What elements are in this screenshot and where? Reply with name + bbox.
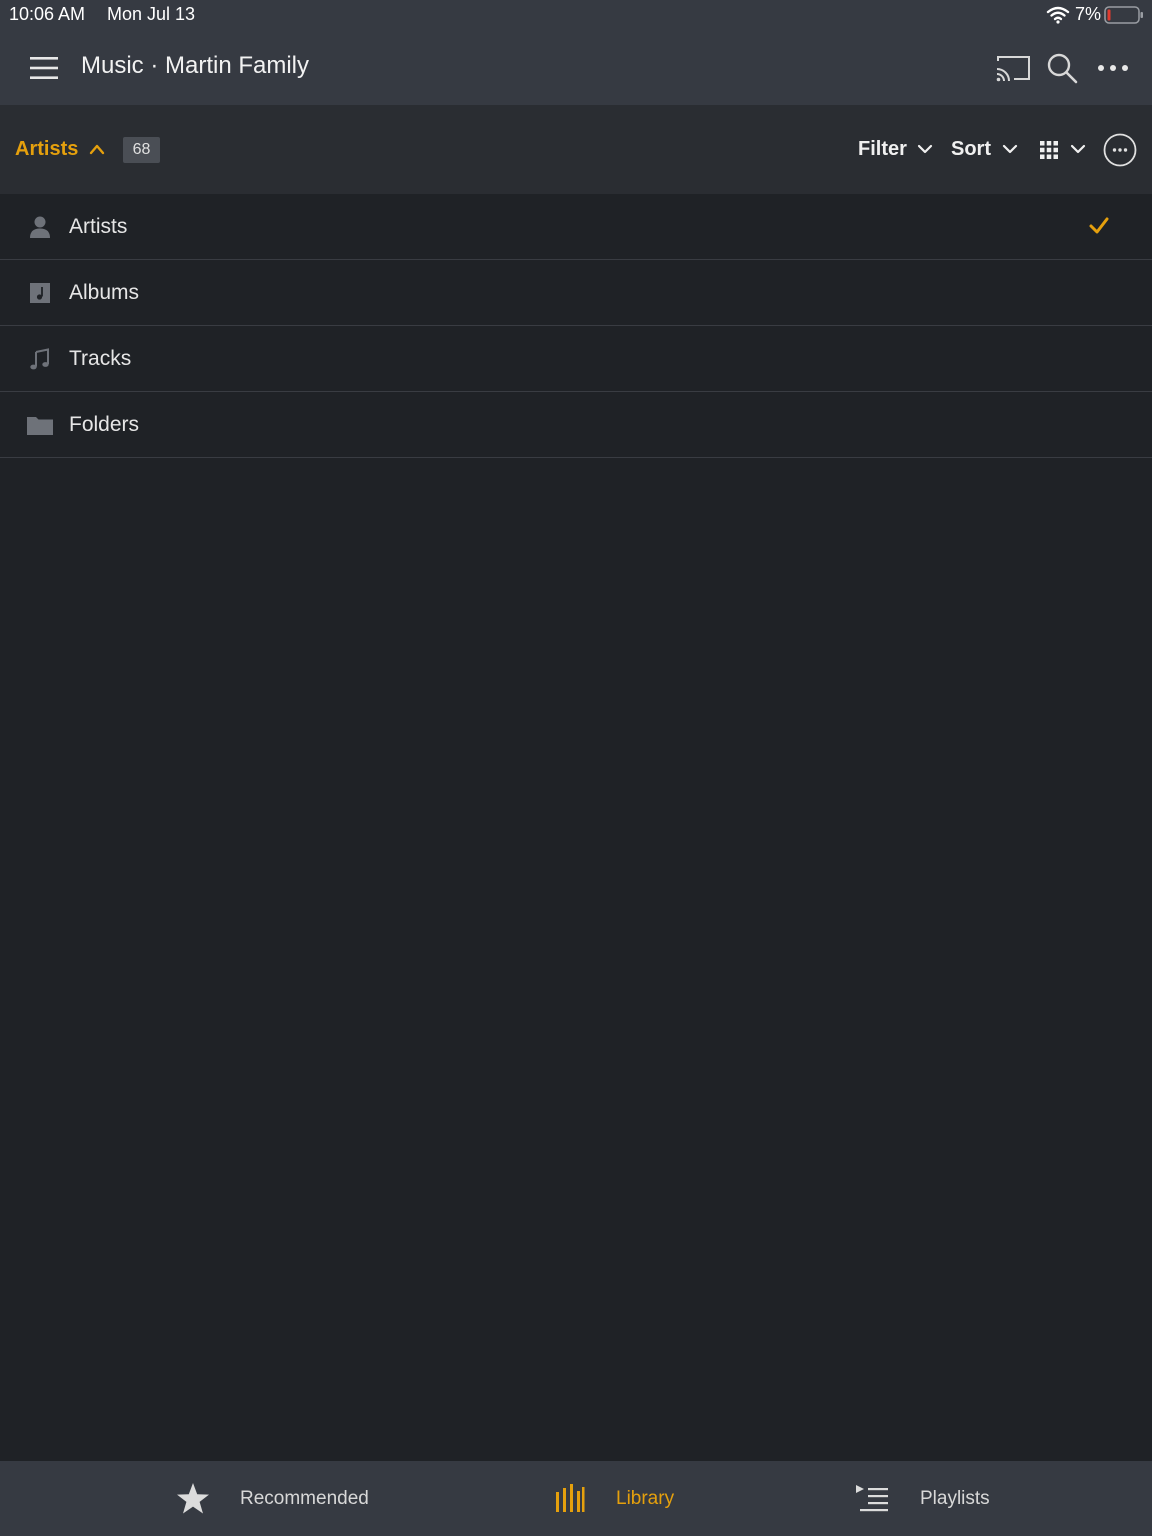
bottom-tab-bar: Recommended Library Playlists — [0, 1461, 1152, 1536]
tab-library[interactable]: Library — [616, 1488, 674, 1510]
section-selector[interactable]: Artists — [15, 138, 78, 161]
list-item-label: Artists — [69, 215, 128, 238]
list-item-label: Albums — [69, 281, 140, 304]
library-toolbar: Artists 68 Filter Sort — [0, 106, 1152, 194]
status-time: 10:06 AM — [9, 4, 86, 24]
music-note-icon — [30, 348, 49, 370]
checkmark-icon — [1089, 217, 1109, 234]
star-icon[interactable] — [175, 1482, 211, 1516]
folder-icon — [27, 417, 53, 435]
list-item-label: Folders — [69, 413, 140, 436]
item-count-badge: 68 — [123, 137, 160, 163]
search-icon[interactable] — [1046, 52, 1078, 84]
chevron-up-icon[interactable] — [88, 142, 106, 156]
chevron-down-icon[interactable] — [1069, 143, 1087, 155]
album-icon — [30, 283, 50, 303]
list-item-albums[interactable]: Albums — [0, 260, 1152, 326]
grid-view-icon[interactable] — [1039, 140, 1059, 160]
hamburger-menu-icon[interactable] — [28, 54, 60, 82]
filter-button[interactable]: Filter — [858, 138, 907, 161]
tab-recommended[interactable]: Recommended — [240, 1488, 369, 1510]
library-bars-icon[interactable] — [555, 1483, 585, 1513]
person-icon — [30, 216, 50, 238]
status-bar: 10:06 AM Mon Jul 13 7% — [0, 0, 1152, 30]
page-title: Music · Martin Family — [81, 52, 310, 79]
battery-low-icon — [1104, 6, 1143, 24]
app-header: Music · Martin Family — [0, 30, 1152, 106]
list-item-label: Tracks — [69, 347, 132, 370]
chevron-down-icon[interactable] — [916, 143, 934, 155]
sort-button[interactable]: Sort — [951, 138, 991, 161]
wifi-icon — [1046, 6, 1070, 24]
list-item-folders[interactable]: Folders — [0, 392, 1152, 458]
playlist-icon[interactable] — [854, 1483, 890, 1513]
list-item-artists[interactable]: Artists — [0, 194, 1152, 260]
list-item-tracks[interactable]: Tracks — [0, 326, 1152, 392]
chevron-down-icon[interactable] — [1001, 143, 1019, 155]
tab-playlists[interactable]: Playlists — [920, 1488, 990, 1510]
screen: 10:06 AM Mon Jul 13 7% Music · Martin Fa… — [0, 0, 1152, 1536]
library-type-list: Artists Albums Tracks Folders — [0, 194, 1152, 458]
battery-percent: 7% — [1075, 4, 1102, 24]
more-dots-icon[interactable] — [1096, 58, 1130, 78]
cast-icon[interactable] — [994, 52, 1032, 84]
options-circle-icon[interactable] — [1103, 133, 1137, 167]
status-date: Mon Jul 13 — [107, 4, 196, 24]
